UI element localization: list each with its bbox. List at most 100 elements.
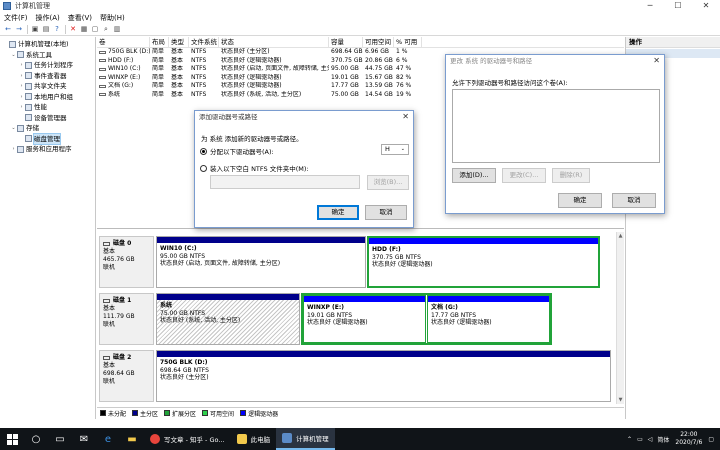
tree-node[interactable]: 磁盘管理 — [0, 132, 95, 145]
expand-icon[interactable]: ⌄ — [10, 123, 17, 134]
tray-overflow-icon[interactable]: ⌃ — [627, 436, 632, 443]
change-button[interactable]: 更改(C)... — [502, 168, 546, 183]
add-button[interactable]: 添加(D)... — [452, 168, 496, 183]
delete-icon[interactable]: ✕ — [68, 24, 78, 34]
tree-node[interactable]: 计算机管理(本地) — [0, 39, 95, 50]
column-header-status[interactable]: 状态 — [219, 37, 329, 47]
column-header-volume[interactable]: 卷 — [97, 37, 150, 47]
start-button[interactable] — [0, 428, 24, 450]
column-header-layout[interactable]: 布局 — [150, 37, 169, 47]
task-view-icon[interactable]: ▭ — [48, 428, 72, 450]
taskbar-app-chrome[interactable]: 写文章 - 知乎 - Go... — [144, 428, 231, 450]
drive-path-list[interactable] — [452, 89, 660, 163]
forward-icon[interactable]: → — [14, 24, 24, 34]
tree-node[interactable]: › 任务计划程序 — [0, 60, 95, 71]
legend-swatch — [240, 410, 247, 416]
menu-view[interactable]: 查看(V) — [68, 13, 92, 23]
menu-file[interactable]: 文件(F) — [4, 13, 28, 23]
open-icon[interactable]: ▢ — [90, 24, 100, 34]
tree-node[interactable]: › 共享文件夹 — [0, 81, 95, 92]
tree-node[interactable]: ⌄ 存储 — [0, 123, 95, 134]
mount-folder-option[interactable]: 装入以下空白 NTFS 文件夹中(M): — [200, 163, 309, 173]
close-icon[interactable]: ✕ — [402, 111, 409, 123]
cell-layout: 简单 — [152, 48, 165, 55]
expand-icon[interactable]: › — [18, 71, 25, 82]
close-icon[interactable]: ✕ — [653, 55, 660, 67]
menu-help[interactable]: 帮助(H) — [100, 13, 125, 23]
column-header-percent-free[interactable]: % 可用 — [394, 37, 422, 47]
legend-swatch — [132, 410, 139, 416]
expand-icon[interactable]: › — [18, 102, 25, 113]
partition-system[interactable]: 系统 75.00 GB NTFS 状态良好 (系统, 活动, 主分区) — [156, 293, 300, 345]
drive-letter-select[interactable]: H ⌄ — [381, 144, 409, 155]
disk-map-scrollbar[interactable]: ▲ ▼ — [616, 232, 624, 404]
cell-free-space: 44.75 GB — [365, 65, 393, 72]
computer-management-icon — [282, 433, 293, 443]
tree-node[interactable]: › 服务和应用程序 — [0, 144, 95, 155]
column-header-filesystem[interactable]: 文件系统 — [189, 37, 219, 47]
mount-folder-label: 装入以下空白 NTFS 文件夹中(M): — [210, 165, 309, 173]
mail-icon[interactable]: ✉ — [72, 428, 96, 450]
tree-node[interactable]: 设备管理器 — [0, 113, 95, 124]
notification-icon[interactable]: ▢ — [708, 436, 714, 443]
help-icon[interactable]: ? — [52, 24, 62, 34]
expand-icon[interactable]: ⌄ — [10, 50, 17, 61]
disk-label[interactable]: 磁盘 2 基本 698.64 GB 联机 — [99, 350, 154, 402]
disk-label[interactable]: 磁盘 1 基本 111.79 GB 联机 — [99, 293, 154, 345]
partition-c[interactable]: WIN10 (C:) 95.00 GB NTFS 状态良好 (启动, 页面文件,… — [156, 236, 366, 288]
remove-button[interactable]: 删除(R) — [552, 168, 590, 183]
disk-label[interactable]: 磁盘 0 基本 465.76 GB 联机 — [99, 236, 154, 288]
minimize-button[interactable]: ─ — [636, 0, 664, 12]
column-header-free-space[interactable]: 可用空间 — [363, 37, 394, 47]
ok-button[interactable]: 确定 — [317, 205, 359, 220]
cancel-button[interactable]: 取消 — [365, 205, 407, 220]
column-header-capacity[interactable]: 容量 — [329, 37, 363, 47]
clock[interactable]: 22:00 2020/7/6 — [675, 431, 702, 447]
close-button[interactable]: ✕ — [692, 0, 720, 12]
search-icon[interactable]: ○ — [24, 428, 48, 450]
expand-icon[interactable]: › — [10, 144, 17, 155]
maximize-button[interactable]: ☐ — [664, 0, 692, 12]
tree-node[interactable]: › 本地用户和组 — [0, 92, 95, 103]
column-header-type[interactable]: 类型 — [169, 37, 189, 47]
up-folder-icon[interactable]: ▣ — [30, 24, 40, 34]
partition-f[interactable]: HDD (F:) 370.75 GB NTFS 状态良好 (逻辑驱动器) — [367, 236, 600, 288]
window-controls: ─ ☐ ✕ — [636, 0, 720, 12]
tree-node[interactable]: ⌄ 系统工具 — [0, 50, 95, 61]
taskbar-app-computer-management[interactable]: 计算机管理 — [276, 428, 335, 450]
tree-node[interactable]: › 事件查看器 — [0, 71, 95, 82]
assign-letter-option[interactable]: 分配以下驱动器号(A): — [200, 146, 274, 156]
properties-icon[interactable]: ▤ — [41, 24, 51, 34]
ok-button[interactable]: 确定 — [558, 193, 602, 208]
folder-path-input[interactable] — [210, 175, 360, 189]
volume-icon — [99, 67, 106, 71]
back-icon[interactable]: ← — [3, 24, 13, 34]
partition-e[interactable]: WINXP (E:) 19.01 GB NTFS 状态良好 (逻辑驱动器) — [303, 295, 426, 343]
network-icon[interactable]: ▭ — [637, 436, 643, 443]
edge-icon[interactable]: e — [96, 428, 120, 450]
partition-g[interactable]: 文档 (G:) 17.77 GB NTFS 状态良好 (逻辑驱动器) — [427, 295, 550, 343]
expand-icon[interactable]: › — [18, 92, 25, 103]
tree-node[interactable]: › 性能 — [0, 102, 95, 113]
search-icon[interactable]: ⌕ — [101, 24, 111, 34]
settings-icon[interactable]: ▦ — [79, 24, 89, 34]
expand-icon[interactable]: › — [18, 81, 25, 92]
view-icon[interactable]: ▥ — [112, 24, 122, 34]
volume-icon[interactable]: ◁ — [648, 436, 653, 443]
menu-action[interactable]: 操作(A) — [36, 13, 60, 23]
scroll-down-icon[interactable]: ▼ — [617, 396, 624, 404]
legend-swatch — [202, 410, 209, 416]
input-language[interactable]: 简体 — [657, 435, 669, 444]
taskbar-app-this-pc[interactable]: 此电脑 — [231, 428, 277, 450]
partition-d[interactable]: 750G BLK (D:) 698.64 GB NTFS 状态良好 (主分区) — [156, 350, 611, 402]
file-explorer-icon[interactable]: ▬ — [120, 428, 144, 450]
radio-button-checked[interactable] — [200, 147, 207, 155]
radio-button-unchecked[interactable] — [200, 164, 207, 172]
volume-label: WIN10 (C:) — [108, 65, 141, 72]
scroll-up-icon[interactable]: ▲ — [617, 232, 624, 240]
cell-percent-free: 47 % — [396, 65, 412, 72]
browse-button[interactable]: 浏览(B)... — [367, 175, 409, 190]
cancel-button[interactable]: 取消 — [612, 193, 656, 208]
expand-icon[interactable]: › — [18, 60, 25, 71]
cell-filesystem: NTFS — [191, 48, 207, 55]
